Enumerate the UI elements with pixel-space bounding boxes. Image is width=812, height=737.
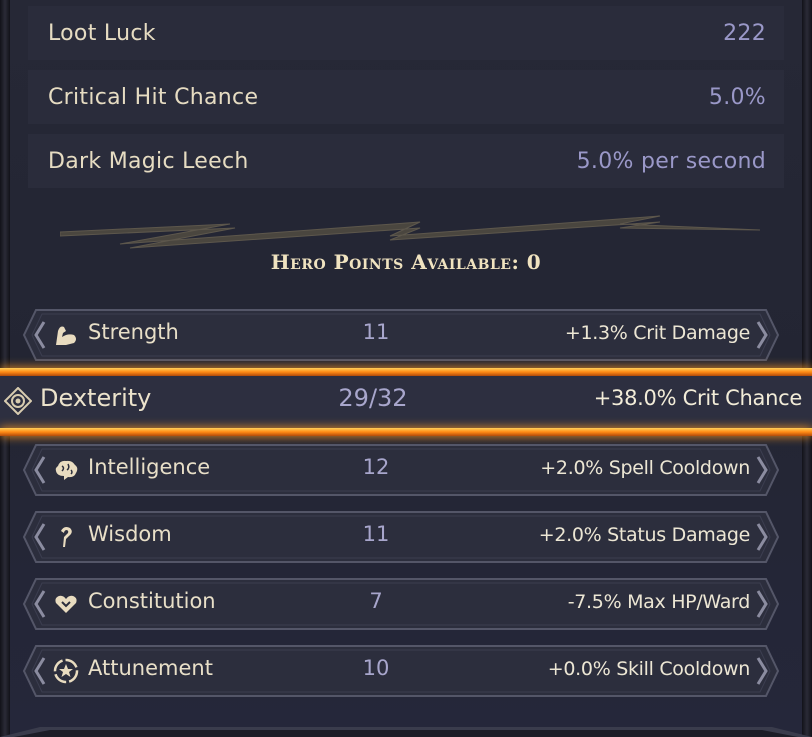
attribute-value: 11 [362,522,390,546]
hero-points-available: Hero Points Available: 0 [270,250,542,274]
brain-icon [55,460,78,480]
stat-value: 222 [723,20,766,46]
target-eye-icon [4,387,32,415]
attribute-value: 12 [362,455,390,479]
attribute-bonus: +2.0% Spell Cooldown [540,457,750,479]
attribute-name: Attunement [88,656,213,680]
selection-glow-bottom [0,428,812,436]
attribute-name: Constitution [88,589,216,613]
attribute-bonus: -7.5% Max HP/Ward [567,591,751,613]
attribute-value: 7 [369,589,383,613]
attribute-value: 10 [362,656,390,680]
attribute-row-intelligence[interactable]: Intelligence 12 +2.0% Spell Cooldown [22,443,780,497]
attribute-bonus: +1.3% Crit Damage [564,322,750,344]
stat-row-dark-magic-leech: Dark Magic Leech 5.0% per second [28,134,784,188]
attribute-name: Wisdom [88,522,172,546]
attribute-row-strength[interactable]: Strength 11 +1.3% Crit Damage [22,308,780,362]
stat-value: 5.0% per second [576,148,766,174]
bottom-frame-edge [0,727,812,737]
attribute-name: Strength [88,320,179,344]
stat-label: Loot Luck [48,20,156,46]
selection-glow-top [0,368,812,376]
star-circle-icon [53,658,79,684]
lightning-divider [60,215,760,249]
stat-label: Dark Magic Leech [48,148,249,174]
attribute-bonus: +0.0% Skill Cooldown [547,658,751,680]
attribute-value: 29/32 [338,384,408,412]
attribute-row-attunement[interactable]: Attunement 10 +0.0% Skill Cooldown [22,644,780,698]
stat-value: 5.0% [708,84,766,110]
attribute-name: Intelligence [88,455,211,479]
flexed-arm-icon [56,326,76,345]
stat-row-critical-hit-chance: Critical Hit Chance 5.0% [28,70,784,124]
attribute-row-wisdom[interactable]: Wisdom 11 +2.0% Status Damage [22,510,780,564]
attribute-bonus: +38.0% Crit Chance [593,386,803,410]
attribute-bonus: +2.0% Status Damage [538,524,751,546]
attribute-value: 11 [362,320,390,344]
stat-row-loot-luck: Loot Luck 222 [28,6,784,60]
attribute-row-dexterity-selected[interactable]: Dexterity 29/32 +38.0% Crit Chance [0,368,812,436]
heart-shield-icon [55,595,77,613]
attribute-name: Dexterity [40,384,152,412]
stat-label: Critical Hit Chance [48,84,259,110]
mystic-rune-icon [61,527,72,547]
attribute-row-constitution[interactable]: Constitution 7 -7.5% Max HP/Ward [22,577,780,631]
